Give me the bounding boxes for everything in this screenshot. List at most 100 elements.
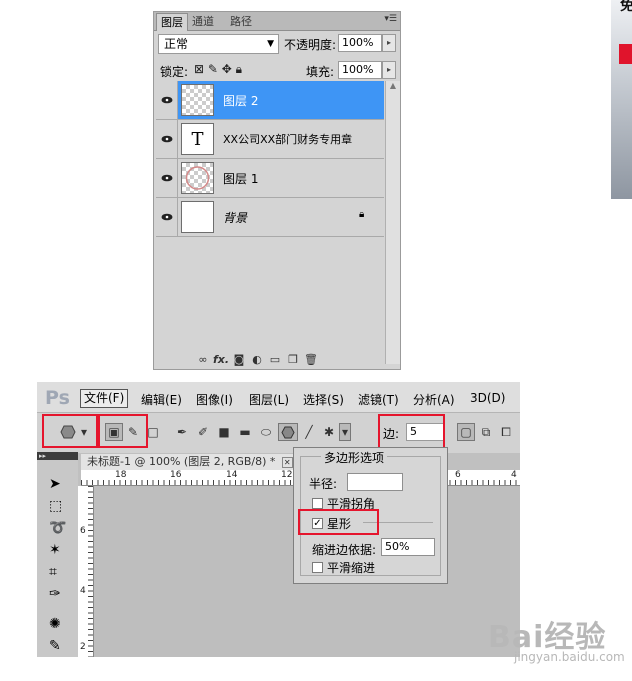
adjustment-icon[interactable]: ◐ (248, 353, 266, 366)
intersect-mode-icon[interactable]: ⧠ (497, 423, 515, 441)
eye-icon[interactable] (156, 198, 178, 236)
text-layer-icon: T (181, 123, 214, 155)
ruler-label: 16 (170, 470, 182, 480)
radius-input[interactable] (347, 473, 403, 491)
layer-row[interactable]: T XX公司XX部门财务专用章 (156, 120, 384, 159)
tab-channels[interactable]: 通道 (188, 13, 218, 30)
geometry-options-chevron-icon[interactable]: ▾ (339, 423, 351, 441)
close-icon[interactable]: ✕ (281, 457, 293, 468)
lasso-tool-icon[interactable]: ➰ (49, 520, 66, 536)
lock-brush-icon[interactable]: ✎ (208, 62, 218, 76)
mask-icon[interactable]: ◙ (230, 353, 248, 366)
menu-select[interactable]: 选择(S) (303, 391, 344, 408)
magic-wand-icon[interactable]: ✶ (49, 542, 61, 558)
highlight-box (42, 414, 98, 448)
ruler-label: 6 (80, 526, 86, 536)
layers-scrollbar[interactable]: ▲ (385, 81, 400, 364)
blend-mode-select[interactable]: 正常 ▼ (158, 34, 279, 54)
eye-icon[interactable] (156, 81, 178, 119)
watermark: Bai经验 jingyan.baidu.com (480, 600, 630, 676)
layer-name: 图层 2 (223, 94, 259, 108)
menu-filter[interactable]: 滤镜(T) (358, 391, 399, 408)
layer-name: XX公司XX部门财务专用章 (223, 133, 353, 146)
background-photo-fragment: 免 (611, 0, 632, 199)
ruler-label: 14 (226, 470, 238, 480)
menu-3d[interactable]: 3D(D) (470, 391, 505, 405)
subtract-mode-icon[interactable]: ⧉ (477, 423, 495, 441)
lock-label: 锁定: (160, 65, 189, 79)
lock-icons: ⊠ ✎ ✥ 🔒︎ (194, 62, 242, 77)
trash-icon[interactable]: 🗑︎ (302, 353, 320, 366)
toolbox-header: ▸▸ (37, 452, 78, 460)
document-title: 未标题-1 @ 100% (图层 2, RGB/8) * (87, 455, 276, 468)
radius-label: 半径: (309, 477, 338, 491)
lock-move-icon[interactable]: ✥ (222, 62, 232, 76)
freeform-pen-icon[interactable]: ✐ (194, 423, 212, 441)
eye-icon[interactable] (156, 159, 178, 197)
marquee-tool-icon[interactable]: ⬚ (49, 498, 62, 514)
crop-tool-icon[interactable]: ⌗ (49, 564, 57, 580)
tools-panel: ▸▸ ➤ ⬚ ➰ ✶ ⌗ ✑ ✺ ✎ (37, 452, 78, 657)
layer-thumbnail (181, 201, 214, 233)
tab-layers[interactable]: 图层 (156, 13, 188, 31)
indent-input[interactable]: 50% (381, 538, 435, 556)
link-icon[interactable]: ∞ (194, 353, 212, 366)
new-layer-icon[interactable]: ❐ (284, 353, 302, 366)
ellipse-tool-icon[interactable]: ⬭ (257, 423, 275, 441)
lock-transparent-icon[interactable]: ⊠ (194, 62, 204, 76)
photo-red-bar (619, 44, 632, 64)
menu-file[interactable]: 文件(F) (80, 389, 129, 408)
polygon-tool-icon[interactable] (278, 423, 298, 441)
photo-text: 免 (620, 0, 632, 14)
move-tool-icon[interactable]: ➤ (49, 476, 61, 492)
layer-row[interactable]: 图层 1 (156, 159, 384, 198)
ruler-label: 2 (80, 642, 86, 652)
layer-row[interactable]: 图层 2 (156, 81, 384, 120)
layer-row[interactable]: 背景 🔒︎ (156, 198, 384, 237)
menu-image[interactable]: 图像(I) (196, 391, 233, 408)
scroll-up-icon[interactable]: ▲ (386, 81, 400, 90)
panel-menu-icon[interactable]: ▾☰ (384, 14, 397, 24)
line-tool-icon[interactable]: ╱ (300, 423, 318, 441)
layer-thumbnail (181, 84, 214, 116)
fill-slider-button[interactable]: ▸ (382, 61, 396, 79)
brush-tool-icon[interactable]: ✎ (49, 638, 61, 654)
fill-input[interactable]: 100% (338, 61, 382, 79)
group-icon[interactable]: ▭ (266, 353, 284, 366)
ps-logo: Ps (45, 387, 70, 409)
polygon-options-title: 多边形选项 (321, 449, 388, 466)
smooth-indents-checkbox[interactable] (312, 562, 323, 573)
menu-edit[interactable]: 编辑(E) (141, 391, 182, 408)
fill-label: 填充: (306, 65, 335, 79)
ruler-label: 6 (455, 470, 461, 480)
pen-icon[interactable]: ✒ (173, 423, 191, 441)
custom-shape-icon[interactable]: ✱ (320, 423, 338, 441)
layer-thumbnail (181, 162, 214, 194)
tab-paths[interactable]: 路径 (226, 13, 256, 30)
rectangle-tool-icon[interactable]: ■ (215, 423, 233, 441)
ruler-label: 4 (80, 586, 86, 596)
eye-icon[interactable] (156, 120, 178, 158)
panel-footer: ∞ fx. ◙ ◐ ▭ ❐ 🗑︎ (194, 352, 320, 366)
menu-analysis[interactable]: 分析(A) (413, 391, 455, 408)
fx-icon[interactable]: fx. (212, 353, 230, 366)
healing-brush-icon[interactable]: ✺ (49, 616, 61, 632)
lock-icon: 🔒︎ (359, 209, 365, 220)
menu-layer[interactable]: 图层(L) (249, 391, 289, 408)
rounded-rectangle-tool-icon[interactable]: ▬ (236, 423, 254, 441)
layer-name: 图层 1 (223, 172, 259, 186)
opacity-input[interactable]: 100% (338, 34, 382, 52)
combine-mode-icon[interactable]: ▢ (457, 423, 475, 441)
highlight-box (98, 414, 148, 448)
panel-tabs: 图层 通道 路径 ▾☰ (154, 12, 400, 31)
eyedropper-icon[interactable]: ✑ (49, 586, 61, 602)
layer-name: 背景 (223, 211, 248, 225)
menu-bar: Ps 文件(F) 编辑(E) 图像(I) 图层(L) 选择(S) 滤镜(T) 分… (37, 382, 520, 412)
ruler-ticks (88, 486, 93, 657)
indent-label: 缩进边依据: (312, 543, 377, 557)
highlight-box (298, 509, 379, 535)
smooth-corners-checkbox[interactable] (312, 498, 323, 509)
lock-all-icon[interactable]: 🔒︎ (236, 62, 242, 76)
opacity-slider-button[interactable]: ▸ (382, 34, 396, 52)
vertical-ruler[interactable]: 6 4 2 (78, 486, 94, 657)
